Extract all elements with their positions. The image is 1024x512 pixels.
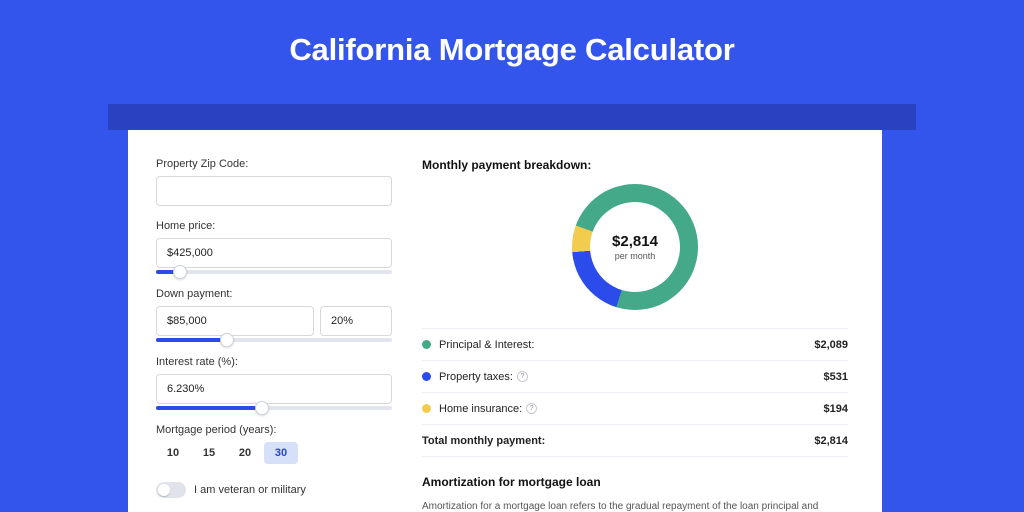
help-icon[interactable]: ? [526,403,537,414]
home-price-slider[interactable] [156,270,392,274]
veteran-label: I am veteran or military [194,484,306,496]
total-label: Total monthly payment: [422,435,545,447]
legend-label: Home insurance: [439,403,522,415]
slider-thumb[interactable] [220,333,234,347]
dot-icon [422,340,431,349]
dot-icon [422,372,431,381]
down-payment-slider[interactable] [156,338,392,342]
field-mortgage-period: Mortgage period (years): 10 15 20 30 [156,424,392,464]
period-button-10[interactable]: 10 [156,442,190,464]
page-title: California Mortgage Calculator [0,0,1024,68]
zip-input[interactable] [156,176,392,206]
legend-value: $2,089 [814,339,848,351]
donut-amount: $2,814 [612,233,658,250]
dot-icon [422,404,431,413]
zip-label: Property Zip Code: [156,158,392,170]
field-interest-rate: Interest rate (%): [156,356,392,410]
period-button-group: 10 15 20 30 [156,442,392,464]
decorative-band [108,104,916,130]
form-column: Property Zip Code: Home price: Down paym… [156,158,392,512]
legend: Principal & Interest: $2,089 Property ta… [422,328,848,457]
mortgage-period-label: Mortgage period (years): [156,424,392,436]
period-button-30[interactable]: 30 [264,442,298,464]
interest-rate-label: Interest rate (%): [156,356,392,368]
home-price-label: Home price: [156,220,392,232]
slider-thumb[interactable] [173,265,187,279]
down-payment-label: Down payment: [156,288,392,300]
legend-value: $531 [824,371,848,383]
period-button-15[interactable]: 15 [192,442,226,464]
donut-sublabel: per month [615,251,656,261]
legend-label: Property taxes: [439,371,513,383]
donut-chart-wrap: $2,814 per month [422,184,848,310]
page-root: California Mortgage Calculator Property … [0,0,1024,512]
amortization-section: Amortization for mortgage loan Amortizat… [422,475,848,512]
field-zip: Property Zip Code: [156,158,392,206]
home-price-input[interactable] [156,238,392,268]
results-column: Monthly payment breakdown: $2,814 per mo… [422,158,848,512]
amortization-text: Amortization for a mortgage loan refers … [422,499,848,512]
donut-center: $2,814 per month [590,202,680,292]
veteran-toggle[interactable] [156,482,186,498]
donut-chart: $2,814 per month [572,184,698,310]
calculator-card: Property Zip Code: Home price: Down paym… [128,130,882,512]
veteran-row: I am veteran or military [156,482,392,498]
total-value: $2,814 [814,435,848,447]
slider-thumb[interactable] [255,401,269,415]
legend-row-taxes: Property taxes: ? $531 [422,361,848,393]
toggle-knob [158,484,170,496]
interest-rate-input[interactable] [156,374,392,404]
down-payment-amount-input[interactable] [156,306,314,336]
legend-label: Principal & Interest: [439,339,534,351]
legend-value: $194 [824,403,848,415]
period-button-20[interactable]: 20 [228,442,262,464]
amortization-title: Amortization for mortgage loan [422,475,848,489]
legend-row-total: Total monthly payment: $2,814 [422,425,848,457]
field-home-price: Home price: [156,220,392,274]
down-payment-percent-input[interactable] [320,306,392,336]
legend-row-principal: Principal & Interest: $2,089 [422,329,848,361]
help-icon[interactable]: ? [517,371,528,382]
field-down-payment: Down payment: [156,288,392,342]
interest-rate-slider[interactable] [156,406,392,410]
breakdown-title: Monthly payment breakdown: [422,158,848,172]
legend-row-insurance: Home insurance: ? $194 [422,393,848,425]
